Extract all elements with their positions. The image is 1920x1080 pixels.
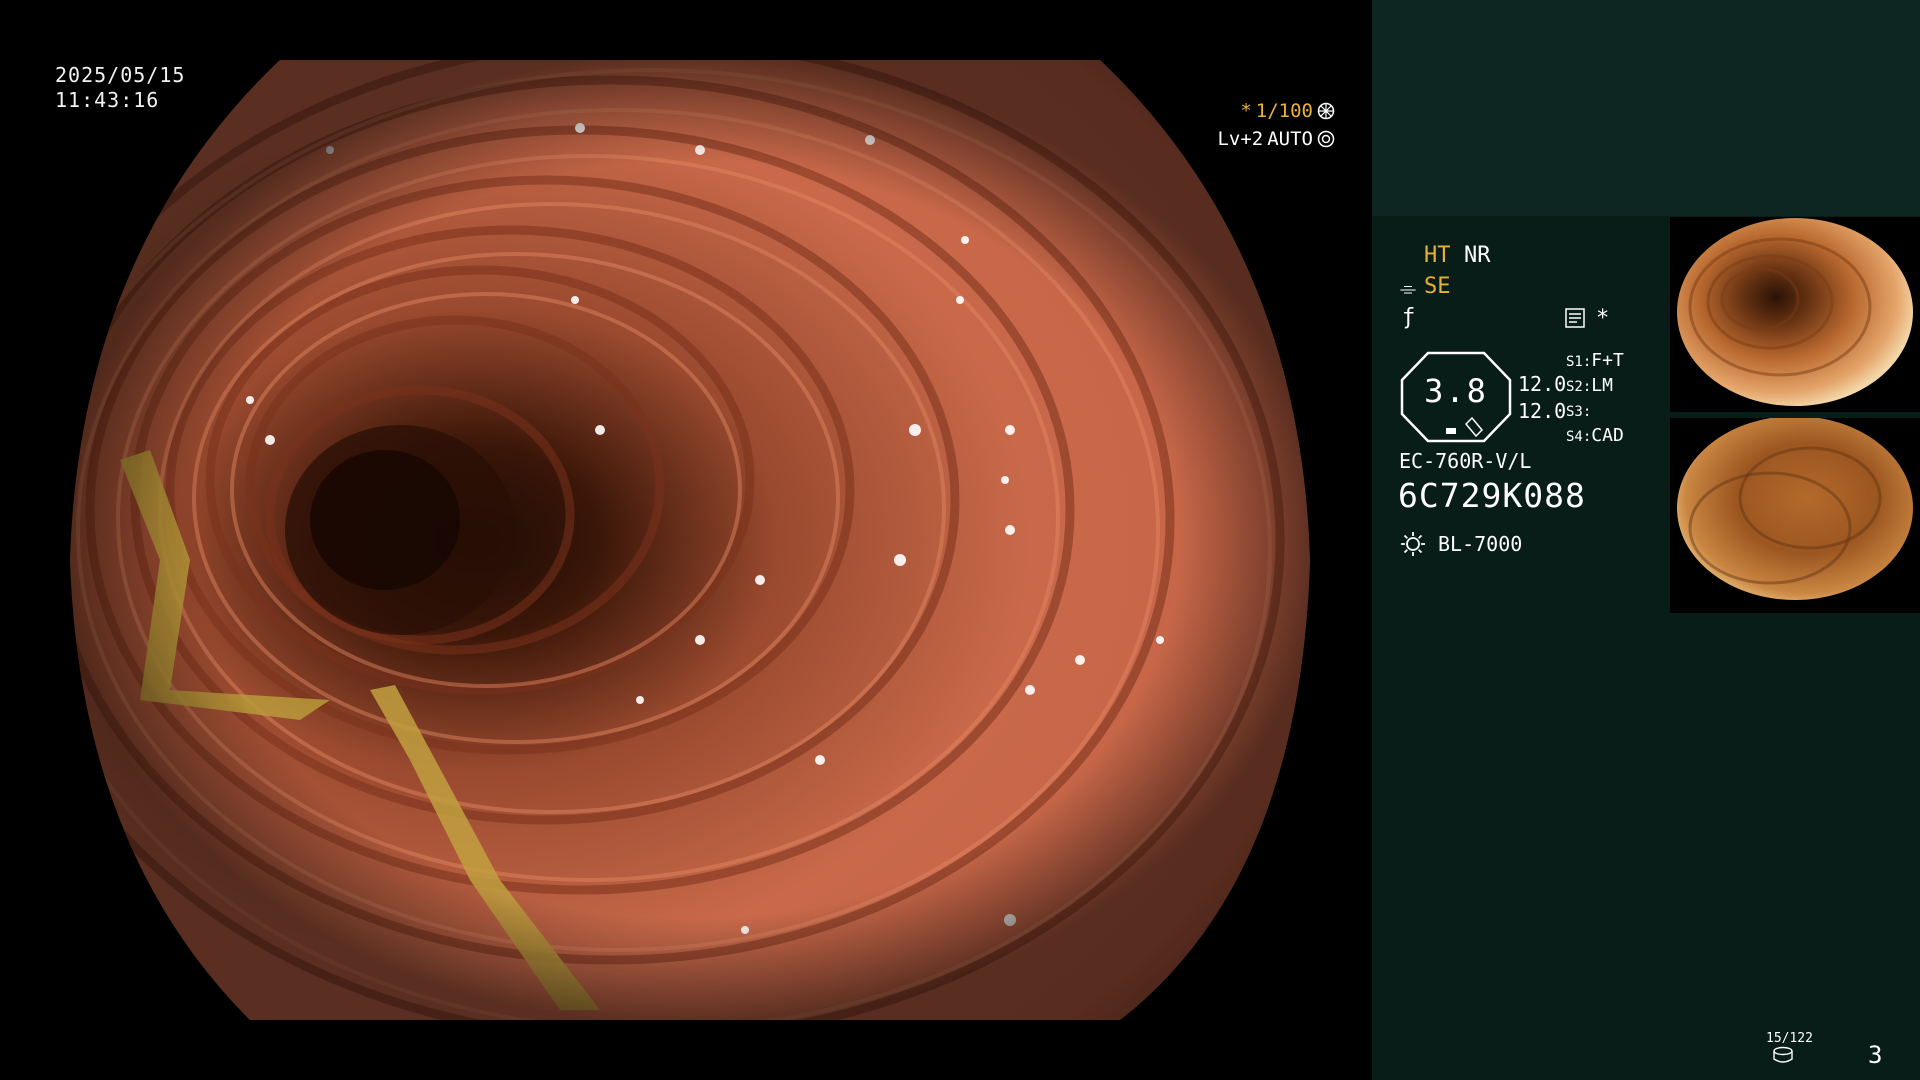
ht-indicator: HT bbox=[1424, 243, 1451, 268]
aperture-icon bbox=[1317, 102, 1335, 120]
scope-model: EC-760R-V/L bbox=[1399, 449, 1532, 473]
brightness-level: Lv+2 bbox=[1217, 128, 1264, 150]
time-label: 11:43:16 bbox=[55, 88, 160, 112]
shutter-speed: 1/100 bbox=[1255, 100, 1313, 122]
lamp-icon bbox=[1401, 532, 1425, 556]
structure-enhance-icon: ⌯ bbox=[1400, 276, 1416, 300]
thumbnail-image-2 bbox=[1677, 418, 1913, 600]
storage-disk-icon bbox=[1773, 1046, 1793, 1063]
switch-s1-value: F+T bbox=[1591, 350, 1624, 371]
date-label: 2025/05/15 bbox=[55, 63, 186, 87]
nr-indicator: NR bbox=[1464, 243, 1491, 268]
switch-s4: S4:CAD bbox=[1566, 425, 1624, 446]
shutter-marker: * bbox=[1240, 100, 1252, 122]
capture-thumbnail-1[interactable] bbox=[1670, 217, 1920, 412]
iris-mode: AUTO bbox=[1267, 128, 1313, 150]
capture-thumbnail-2[interactable] bbox=[1670, 418, 1920, 613]
shutter-readout: * 1/100 bbox=[1240, 100, 1335, 122]
level-readout: Lv+2 AUTO bbox=[1217, 128, 1335, 150]
image-counter: 15/122 bbox=[1766, 1031, 1813, 1046]
scope-serial: 6C729K088 bbox=[1398, 476, 1586, 515]
memo-icon bbox=[1565, 308, 1585, 328]
switch-s4-value: CAD bbox=[1591, 425, 1624, 446]
color-mode-icon: ƒ bbox=[1402, 305, 1416, 330]
switch-s1-key: S1: bbox=[1566, 354, 1592, 370]
switch-s3: S3: bbox=[1566, 400, 1591, 421]
se-indicator: SE bbox=[1424, 274, 1451, 299]
gauge-value: 3.8 bbox=[1424, 372, 1488, 410]
switch-s2-value: LM bbox=[1591, 375, 1613, 396]
star-indicator: * bbox=[1596, 306, 1610, 331]
endoscope-viewport: 2025/05/15 11:43:16 * 1/100 Lv+2 AUTO bbox=[0, 0, 1372, 1080]
switch-s3-key: S3: bbox=[1566, 404, 1592, 420]
endoscopic-view-image bbox=[70, 60, 1310, 1020]
switch-s4-key: S4: bbox=[1566, 429, 1592, 445]
setting-value-2: 12.0 bbox=[1518, 399, 1567, 423]
switch-s1: S1:F+T bbox=[1566, 350, 1624, 371]
iris-icon bbox=[1317, 130, 1335, 148]
thumbnail-image-1 bbox=[1677, 218, 1913, 406]
setting-value-1: 12.0 bbox=[1518, 372, 1567, 396]
switch-s2-key: S2: bbox=[1566, 379, 1592, 395]
lamp-model: BL-7000 bbox=[1438, 532, 1523, 556]
page-number: 3 bbox=[1868, 1041, 1883, 1069]
panel-header-area bbox=[1372, 0, 1920, 216]
switch-s2: S2:LM bbox=[1566, 375, 1613, 396]
